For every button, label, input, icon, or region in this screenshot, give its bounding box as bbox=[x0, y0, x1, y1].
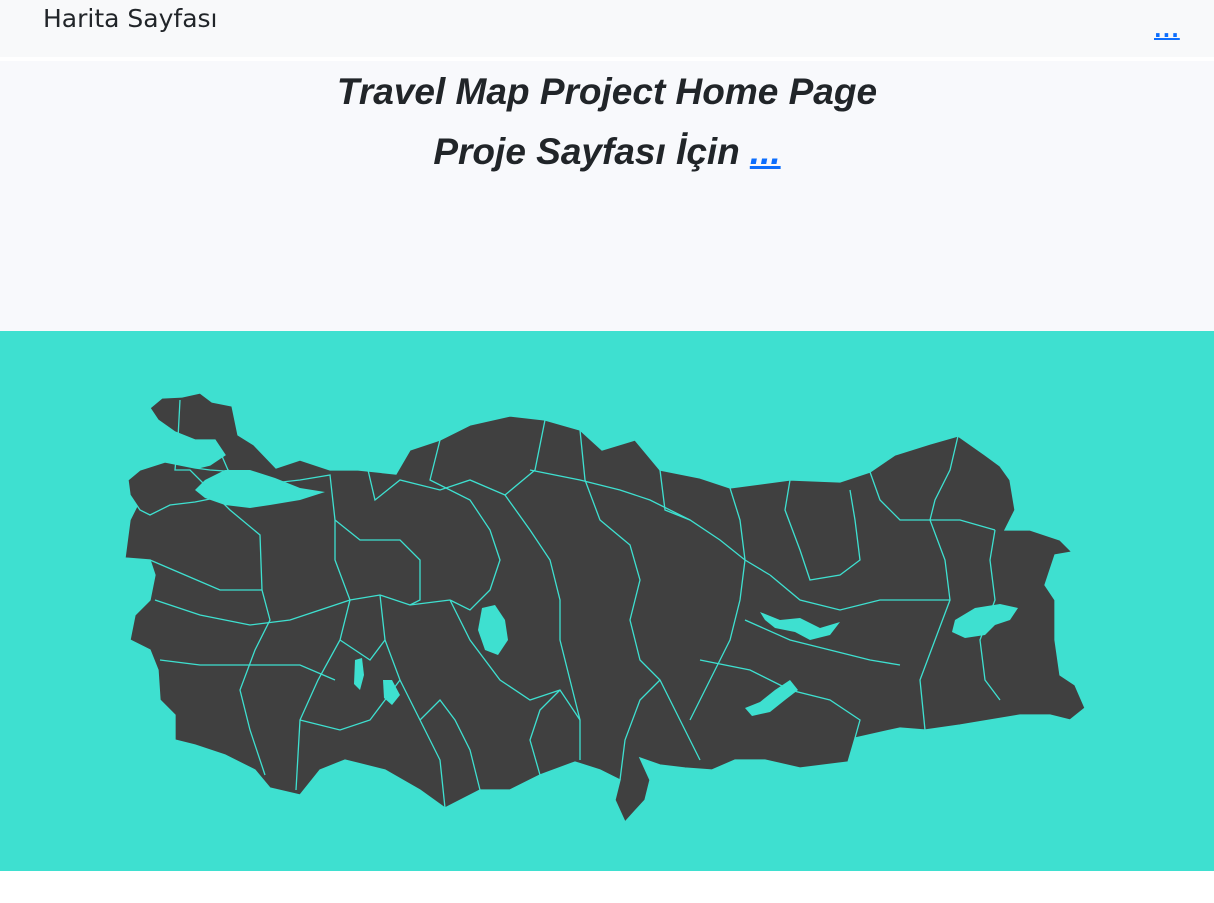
navbar-brand[interactable]: Harita Sayfası bbox=[43, 2, 218, 36]
turkey-land bbox=[124, 392, 1086, 824]
project-page-label: Proje Sayfası İçin bbox=[433, 131, 740, 172]
navbar-more-link[interactable]: ... bbox=[1154, 18, 1180, 42]
turkey-map bbox=[124, 392, 1086, 824]
project-page-link[interactable]: ... bbox=[750, 131, 781, 172]
navbar: Harita Sayfası ... bbox=[0, 0, 1214, 57]
hero-section: Travel Map Project Home Page Proje Sayfa… bbox=[0, 61, 1214, 331]
page-title: Travel Map Project Home Page bbox=[336, 71, 878, 112]
project-page-heading: Proje Sayfası İçin... bbox=[0, 130, 1214, 174]
map-section bbox=[0, 331, 1214, 871]
